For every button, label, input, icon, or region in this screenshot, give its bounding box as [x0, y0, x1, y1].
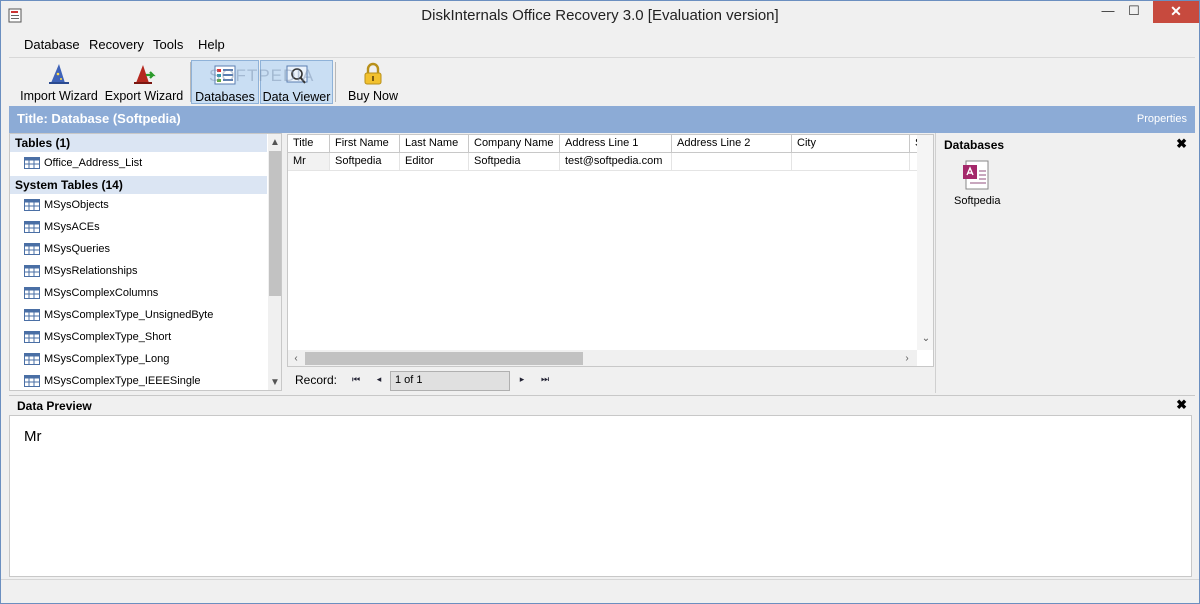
maximize-button[interactable]: ☐: [1121, 1, 1147, 23]
table-icon: [24, 157, 40, 169]
app-window: DiskInternals Office Recovery 3.0 [Evalu…: [0, 0, 1200, 604]
toolbar: Import Wizard Export Wizard Databases Da…: [9, 57, 1195, 105]
data-preview-text: Mr: [24, 428, 42, 445]
access-database-icon[interactable]: [962, 159, 992, 191]
scroll-down-arrow[interactable]: ▼: [268, 376, 281, 390]
data-viewer-label: Data Viewer: [262, 90, 331, 104]
databases-panel-title: Databases: [944, 138, 1005, 152]
column-header[interactable]: City: [792, 135, 910, 153]
table-icon: [24, 221, 40, 233]
table-icon: [24, 375, 40, 387]
menu-bar: Database Recovery Tools Help: [9, 32, 1195, 56]
last-record-button[interactable]: ⏭: [538, 372, 552, 386]
column-header[interactable]: Address Line 2: [672, 135, 792, 153]
tree-item-label: MSysRelationships: [44, 265, 138, 277]
status-bar: [1, 579, 1199, 603]
table-icon: [24, 309, 40, 321]
tree-scrollbar[interactable]: ▲ ▼: [268, 134, 281, 390]
tree-item-label: MSysComplexType_Short: [44, 331, 172, 343]
table-icon: [24, 243, 40, 255]
previous-record-button[interactable]: ◂: [372, 372, 386, 386]
close-button[interactable]: ✕: [1153, 1, 1199, 23]
export-wizard-button[interactable]: Export Wizard: [103, 60, 185, 104]
table-cell[interactable]: test@softpedia.com: [560, 153, 672, 171]
tree-item-label: MSysComplexType_IEEESingle: [44, 375, 201, 387]
scrollbar-thumb[interactable]: [269, 151, 281, 296]
table-icon: [24, 331, 40, 343]
column-header[interactable]: First Name: [330, 135, 400, 153]
tree-item-label: MSysComplexType_Long: [44, 353, 170, 365]
table-cell[interactable]: Softpedia: [469, 153, 560, 171]
tree-item-label: MSysACEs: [44, 221, 100, 233]
table-cell[interactable]: [672, 153, 792, 171]
grid-horizontal-scrollbar[interactable]: ‹ ›: [288, 350, 917, 366]
scroll-right-arrow[interactable]: ›: [900, 352, 914, 366]
padlock-icon: [364, 62, 382, 85]
table-cell[interactable]: Mr: [288, 153, 330, 171]
tree-item-label: MSysQueries: [44, 243, 111, 255]
record-label: Record:: [295, 373, 338, 387]
scroll-left-arrow[interactable]: ‹: [289, 352, 303, 366]
import-wizard-button[interactable]: Import Wizard: [19, 60, 99, 104]
table-icon: [24, 287, 40, 299]
record-navigator: Record: ⏮ ◂ 1 of 1 ▸ ⏭: [287, 367, 934, 393]
tree-item-label: MSysObjects: [44, 199, 109, 211]
tree-item-label: MSysComplexColumns: [44, 287, 159, 299]
table-cell[interactable]: Editor: [400, 153, 469, 171]
buy-now-label: Buy Now: [347, 89, 399, 103]
table-icon: [24, 353, 40, 365]
tree-item-label: Office_Address_List: [44, 157, 143, 169]
database-title: Title: Database (Softpedia): [17, 111, 181, 126]
next-record-button[interactable]: ▸: [515, 372, 529, 386]
data-grid: Title First Name Last Name Company Name Addr…: [287, 134, 934, 367]
title-bar: DiskInternals Office Recovery 3.0 [Evalu…: [1, 1, 1199, 31]
toolbar-separator: [335, 62, 336, 102]
wizard-hat-icon: [49, 64, 69, 84]
data-preview-header: Data Preview ✖: [9, 395, 1195, 415]
menu-tools[interactable]: Tools: [153, 37, 183, 52]
table-cell[interactable]: [792, 153, 910, 171]
data-preview-pane[interactable]: Mr: [9, 415, 1192, 577]
system-tables-group-header[interactable]: System Tables (14): [10, 176, 267, 194]
column-header[interactable]: Title: [288, 135, 330, 153]
export-wizard-icon: [134, 65, 156, 84]
column-header[interactable]: Address Line 1: [560, 135, 672, 153]
properties-link[interactable]: Properties: [1137, 113, 1187, 125]
scrollbar-thumb[interactable]: [305, 352, 583, 365]
database-item-label[interactable]: Softpedia: [954, 195, 1000, 207]
import-wizard-label: Import Wizard: [20, 89, 98, 103]
menu-database[interactable]: Database: [24, 37, 80, 52]
database-header: Title: Database (Softpedia) Properties: [9, 106, 1195, 133]
scroll-up-arrow[interactable]: ▲: [268, 136, 281, 150]
record-position-field[interactable]: 1 of 1: [390, 371, 510, 391]
close-icon[interactable]: ✖: [1176, 136, 1187, 152]
data-preview-title: Data Preview: [17, 399, 92, 413]
first-record-button[interactable]: ⏮: [349, 372, 363, 386]
window-title: DiskInternals Office Recovery 3.0 [Evalu…: [421, 7, 779, 24]
table-cell[interactable]: Softpedia: [330, 153, 400, 171]
tables-group-header[interactable]: Tables (1): [10, 134, 267, 152]
buy-now-button[interactable]: Buy Now: [343, 60, 403, 104]
databases-panel: Databases ✖ Softpedia: [935, 133, 1195, 393]
scroll-down-arrow[interactable]: ⌄: [919, 332, 933, 346]
column-header[interactable]: Company Name: [469, 135, 560, 153]
minimize-button[interactable]: —: [1095, 1, 1121, 23]
menu-help[interactable]: Help: [198, 37, 225, 52]
grid-vertical-scrollbar[interactable]: ⌄: [917, 135, 933, 350]
menu-recovery[interactable]: Recovery: [89, 37, 144, 52]
table-icon: [24, 265, 40, 277]
tree-item-label: MSysComplexType_UnsignedByte: [44, 309, 214, 321]
close-icon[interactable]: ✖: [1176, 397, 1187, 413]
databases-label: Databases: [195, 90, 255, 104]
softpedia-watermark: SOFTPEDIA: [209, 66, 315, 85]
export-wizard-label: Export Wizard: [104, 89, 184, 103]
column-header[interactable]: Last Name: [400, 135, 469, 153]
table-icon: [24, 199, 40, 211]
tables-tree: Tables (1) Office_Address_List System Ta…: [9, 133, 282, 391]
